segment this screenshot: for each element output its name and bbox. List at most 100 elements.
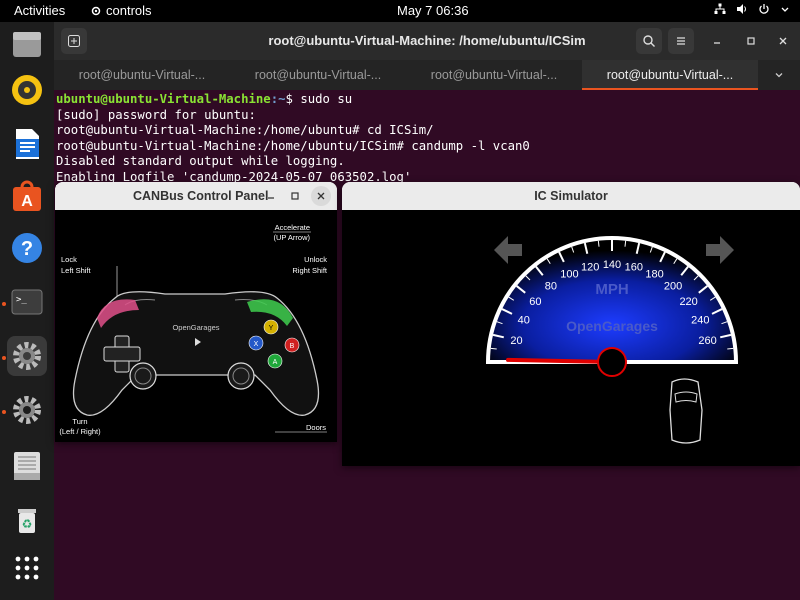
ic-simulator-titlebar[interactable]: IC Simulator — [342, 182, 800, 210]
speedometer-tick-label: 180 — [645, 269, 663, 281]
speedometer-tick-label: 240 — [691, 314, 709, 326]
unlock-label: Unlock — [304, 255, 327, 264]
turn-keys-label: (Left / Right) — [59, 427, 101, 436]
terminal-line: root@ubuntu-Virtual-Machine:/home/ubuntu… — [56, 123, 434, 137]
dial-brand-label: OpenGarages — [566, 318, 658, 334]
menu-button[interactable] — [668, 28, 694, 54]
network-icon — [714, 3, 726, 14]
software-icon[interactable]: A — [7, 176, 47, 216]
tab-label: root@ubuntu-Virtual-... — [606, 68, 734, 82]
car-door-status-icon — [669, 378, 703, 444]
settings-icon[interactable] — [7, 336, 47, 376]
system-tray[interactable] — [714, 3, 790, 15]
speedometer-tick-label: 100 — [560, 269, 578, 281]
speedometer-tick-label: 40 — [518, 314, 530, 326]
close-icon — [317, 192, 325, 200]
right-turn-signal-icon — [706, 236, 734, 264]
svg-text:>_: >_ — [16, 295, 27, 305]
clock[interactable]: May 7 06:36 — [397, 3, 469, 18]
volume-icon — [737, 4, 746, 14]
close-button[interactable] — [311, 186, 331, 206]
maximize-button[interactable] — [738, 28, 764, 54]
button-b-label: B — [290, 343, 295, 350]
tab-label: root@ubuntu-Virtual-... — [254, 68, 382, 82]
help-icon[interactable]: ? — [7, 228, 47, 268]
tab-label: root@ubuntu-Virtual-... — [430, 68, 558, 82]
speedometer-tick-label: 200 — [664, 280, 682, 292]
disk-icon[interactable] — [7, 446, 47, 486]
minimize-icon — [268, 197, 274, 199]
terminal-header-bar: root@ubuntu-Virtual-Machine: /home/ubunt… — [54, 22, 800, 60]
svg-text:?: ? — [21, 238, 33, 260]
terminal-icon[interactable]: >_ — [7, 282, 47, 322]
speedometer-tick-label: 260 — [698, 335, 716, 347]
running-indicator — [2, 410, 6, 414]
button-a-label: A — [273, 359, 278, 366]
left-stick[interactable] — [129, 362, 157, 390]
close-icon — [779, 37, 787, 45]
speedometer-tick — [624, 240, 627, 247]
activities-button[interactable]: Activities — [14, 3, 65, 18]
tabs-overflow-button[interactable] — [758, 60, 800, 90]
doors-label: Doors — [306, 423, 326, 432]
terminal-tab-3[interactable]: root@ubuntu-Virtual-... — [406, 60, 582, 90]
files-icon[interactable] — [7, 24, 47, 64]
terminal-tab-2[interactable]: root@ubuntu-Virtual-... — [230, 60, 406, 90]
minimize-button[interactable] — [261, 186, 281, 206]
gamepad-brand-label: OpenGarages — [172, 323, 219, 332]
maximize-button[interactable] — [285, 186, 305, 206]
app-menu-label: controls — [106, 3, 152, 18]
search-icon — [643, 35, 655, 47]
control-panel-canvas[interactable]: Accelerate (UP Arrow) Lock Left Shift Un… — [55, 210, 337, 442]
speedometer-tick — [597, 240, 600, 247]
left-turn-signal-icon — [494, 236, 522, 264]
rhythmbox-icon[interactable] — [7, 70, 47, 110]
button-y-label: Y — [269, 325, 274, 332]
chevron-down-icon — [775, 73, 783, 78]
command-text: $ sudo su — [285, 92, 353, 106]
speedometer-tick-label: 20 — [510, 335, 522, 347]
speed-unit-label: MPH — [595, 281, 628, 298]
prompt-path: :~ — [270, 92, 286, 106]
app-grid-icon[interactable] — [7, 548, 47, 588]
speedometer-tick — [490, 347, 497, 350]
right-shift-label: Right Shift — [292, 266, 328, 275]
speedometer-tick — [727, 347, 734, 350]
maximize-icon — [291, 192, 299, 200]
terminal-tab-1[interactable]: root@ubuntu-Virtual-... — [54, 60, 230, 90]
speedometer-display: 20406080100120 140 160180200220240260 MPH … — [485, 236, 739, 444]
close-button[interactable] — [770, 28, 796, 54]
svg-text:A: A — [21, 193, 33, 210]
speedometer-tick-label: 80 — [545, 280, 557, 292]
button-x-label: X — [254, 341, 259, 348]
search-button[interactable] — [636, 28, 662, 54]
svg-text:♻: ♻ — [22, 517, 33, 531]
trash-icon[interactable]: ♻ — [7, 500, 47, 540]
terminal-line: ubuntu@ubuntu-Virtual-Machine:~$ sudo su — [56, 92, 798, 108]
speedometer-tick-label: 120 — [581, 261, 599, 273]
terminal-tabs: root@ubuntu-Virtual-... root@ubuntu-Virt… — [54, 60, 800, 90]
needle-hub — [597, 347, 627, 377]
gamepad-diagram[interactable]: Accelerate (UP Arrow) Lock Left Shift Un… — [55, 210, 337, 442]
control-panel-title: CANBus Control Panel — [133, 189, 269, 203]
tab-label: root@ubuntu-Virtual-... — [78, 68, 206, 82]
minimize-button[interactable] — [704, 28, 730, 54]
terminal-line: [sudo] password for ubuntu: — [56, 107, 256, 122]
minimize-icon — [714, 42, 720, 44]
ic-simulator-title: IC Simulator — [534, 189, 608, 203]
speedometer-tick-label: 220 — [679, 296, 697, 308]
ic-simulator-window: IC Simulator 20 40 60 80 100 120 140 160 180 200 2… — [342, 182, 800, 466]
right-stick[interactable] — [227, 362, 255, 390]
settings-icon-2[interactable] — [7, 390, 47, 430]
speedometer-tick-label: 160 — [625, 261, 643, 273]
terminal-tab-4[interactable]: root@ubuntu-Virtual-... — [582, 60, 758, 90]
accelerate-label: Accelerate — [275, 223, 310, 232]
up-arrow-label: (UP Arrow) — [273, 233, 310, 242]
terminal-line: Disabled standard output while logging. — [56, 154, 345, 168]
app-menu[interactable]: controls — [90, 3, 152, 18]
writer-icon[interactable] — [7, 124, 47, 164]
gear-small-icon — [91, 6, 101, 15]
speed-needle — [506, 357, 614, 364]
speedometer-tick-label: 60 — [529, 296, 541, 308]
running-indicator — [2, 356, 6, 360]
